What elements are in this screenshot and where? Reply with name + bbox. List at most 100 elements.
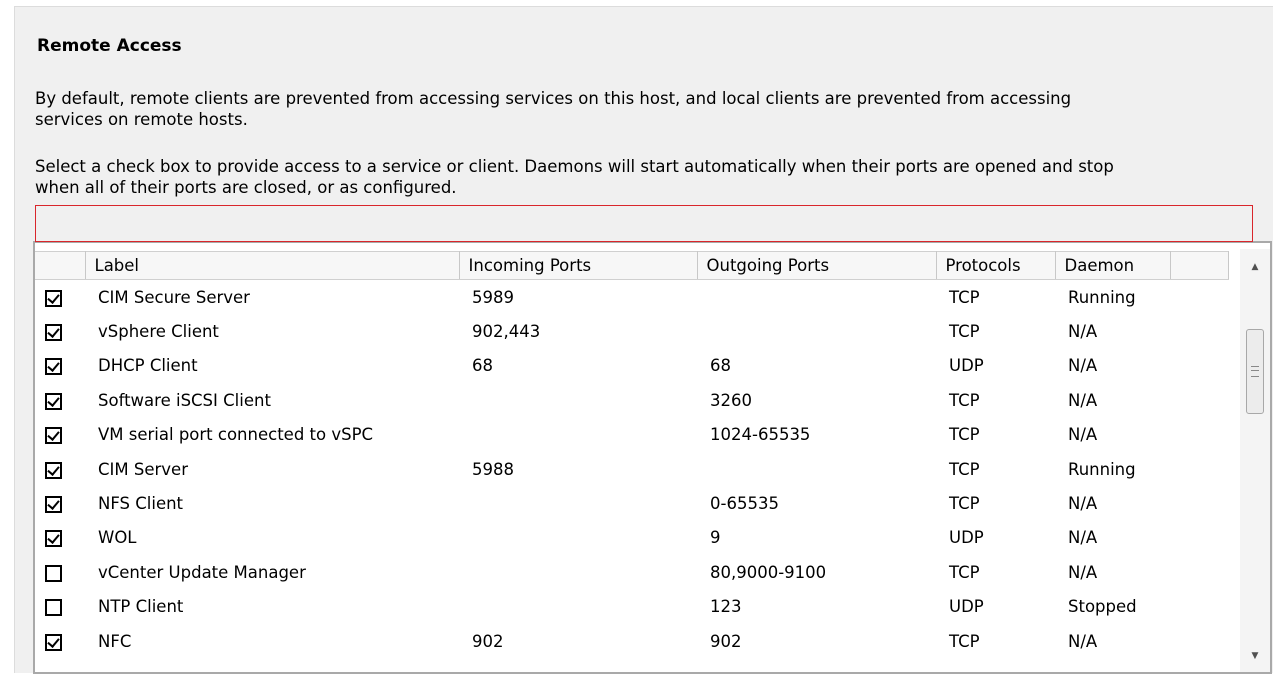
table-row[interactable]: vCenter Update Manager 80,9000-9100 TCP N/A <box>35 555 1228 589</box>
table-row[interactable]: DHCP Client 68 68 UDP N/A <box>35 349 1228 383</box>
row-outgoing-ports: 902 <box>710 631 742 651</box>
row-outgoing-ports: 9 <box>710 528 721 548</box>
row-label: CIM Server <box>98 459 188 479</box>
row-label: CIM Secure Server <box>98 287 250 307</box>
enable-checkbox[interactable] <box>45 461 62 479</box>
row-protocol: TCP <box>949 287 980 307</box>
row-daemon: N/A <box>1068 390 1098 410</box>
row-filler <box>1170 486 1228 520</box>
description-default-access: By default, remote clients are prevented… <box>35 89 1072 129</box>
checkbox-cell <box>35 349 85 383</box>
row-filler <box>1170 521 1228 555</box>
checkbox-cell <box>35 418 85 452</box>
row-incoming-ports <box>459 521 697 555</box>
row-protocol: TCP <box>949 562 980 582</box>
row-label: NFC <box>98 631 132 651</box>
row-protocol: TCP <box>949 459 980 479</box>
column-header-select[interactable] <box>35 251 86 280</box>
checkbox-cell <box>35 280 85 315</box>
row-outgoing-ports: 0-65535 <box>710 494 779 514</box>
row-label: vCenter Update Manager <box>98 562 306 582</box>
row-incoming-ports <box>459 555 697 589</box>
row-label: VM serial port connected to vSPC <box>98 425 374 445</box>
row-outgoing-ports: 80,9000-9100 <box>710 562 827 582</box>
description-select-checkbox: Select a check box to provide access to … <box>35 157 1114 197</box>
enable-checkbox[interactable] <box>45 564 62 582</box>
scroll-up-arrow-icon[interactable]: ▲ <box>1240 253 1270 281</box>
row-daemon: N/A <box>1068 322 1098 342</box>
table-row[interactable]: vSphere Client 902,443 TCP N/A <box>35 314 1228 348</box>
table-row[interactable]: NFS Client 0-65535 TCP N/A <box>35 486 1228 520</box>
table-row[interactable]: NFC 902 902 TCP N/A <box>35 624 1228 658</box>
row-protocol: UDP <box>949 597 984 617</box>
enable-checkbox[interactable] <box>45 427 62 445</box>
row-daemon: Running <box>1068 287 1136 307</box>
table-row[interactable]: Software iSCSI Client 3260 TCP N/A <box>35 383 1228 417</box>
row-daemon: Running <box>1068 459 1136 479</box>
row-label: DHCP Client <box>98 356 198 376</box>
enable-checkbox[interactable] <box>45 530 62 548</box>
grip-icon <box>1251 366 1259 377</box>
row-protocol: UDP <box>949 528 984 548</box>
checkbox-cell <box>35 452 85 486</box>
checkbox-cell <box>35 314 85 348</box>
column-header-label[interactable]: Label <box>85 251 460 280</box>
row-filler <box>1170 590 1228 624</box>
vertical-scrollbar[interactable]: ▲ ▼ <box>1240 249 1270 672</box>
enable-checkbox[interactable] <box>45 599 62 617</box>
row-outgoing-ports: 123 <box>710 597 742 617</box>
row-filler <box>1170 349 1228 383</box>
row-filler <box>1170 314 1228 348</box>
scroll-down-arrow-icon[interactable]: ▼ <box>1240 642 1270 670</box>
row-filler <box>1170 555 1228 589</box>
enable-checkbox[interactable] <box>45 358 62 376</box>
row-protocol: TCP <box>949 390 980 410</box>
row-incoming-ports: 5988 <box>472 459 514 479</box>
row-protocol: TCP <box>949 631 980 651</box>
row-incoming-ports <box>459 383 697 417</box>
row-incoming-ports: 68 <box>472 356 493 376</box>
row-protocol: TCP <box>949 322 980 342</box>
row-filler <box>1170 452 1228 486</box>
row-outgoing-ports: 68 <box>710 356 731 376</box>
checkbox-cell <box>35 590 85 624</box>
row-incoming-ports: 902,443 <box>472 322 541 342</box>
table-row[interactable]: CIM Secure Server 5989 TCP Running <box>35 280 1228 315</box>
scrollbar-thumb[interactable] <box>1246 329 1264 414</box>
enable-checkbox[interactable] <box>45 289 62 307</box>
row-protocol: UDP <box>949 356 984 376</box>
row-outgoing-ports: 3260 <box>710 390 752 410</box>
row-outgoing-ports <box>697 452 936 486</box>
enable-checkbox[interactable] <box>45 324 62 342</box>
row-outgoing-ports: 1024-65535 <box>710 425 811 445</box>
row-daemon: N/A <box>1068 631 1098 651</box>
column-header-incoming-ports[interactable]: Incoming Ports <box>459 251 698 280</box>
row-incoming-ports: 902 <box>472 631 504 651</box>
column-header-filler <box>1170 251 1229 280</box>
table-header-row: Label Incoming Ports Outgoing Ports Prot… <box>35 251 1229 280</box>
row-outgoing-ports <box>697 280 936 315</box>
table-body: CIM Secure Server 5989 TCP Running vSphere C… <box>35 280 1228 659</box>
checkbox-cell <box>35 555 85 589</box>
enable-checkbox[interactable] <box>45 633 62 651</box>
table-row[interactable]: WOL 9 UDP N/A <box>35 521 1228 555</box>
enable-checkbox[interactable] <box>45 392 62 410</box>
row-incoming-ports <box>459 590 697 624</box>
row-daemon: N/A <box>1068 528 1098 548</box>
checkbox-cell <box>35 486 85 520</box>
row-protocol: TCP <box>949 425 980 445</box>
checkbox-cell <box>35 521 85 555</box>
enable-checkbox[interactable] <box>45 496 62 514</box>
column-header-daemon[interactable]: Daemon <box>1055 251 1171 280</box>
table-row[interactable]: CIM Server 5988 TCP Running <box>35 452 1228 486</box>
row-label: NTP Client <box>98 597 184 617</box>
row-daemon: Stopped <box>1068 597 1137 617</box>
services-table: Label Incoming Ports Outgoing Ports Prot… <box>35 251 1229 658</box>
column-header-protocols[interactable]: Protocols <box>936 251 1056 280</box>
row-label: NFS Client <box>98 494 184 514</box>
checkbox-cell <box>35 624 85 658</box>
table-row[interactable]: VM serial port connected to vSPC 1024-655… <box>35 418 1228 452</box>
row-daemon: N/A <box>1068 425 1098 445</box>
column-header-outgoing-ports[interactable]: Outgoing Ports <box>697 251 937 280</box>
table-row[interactable]: NTP Client 123 UDP Stopped <box>35 590 1228 624</box>
